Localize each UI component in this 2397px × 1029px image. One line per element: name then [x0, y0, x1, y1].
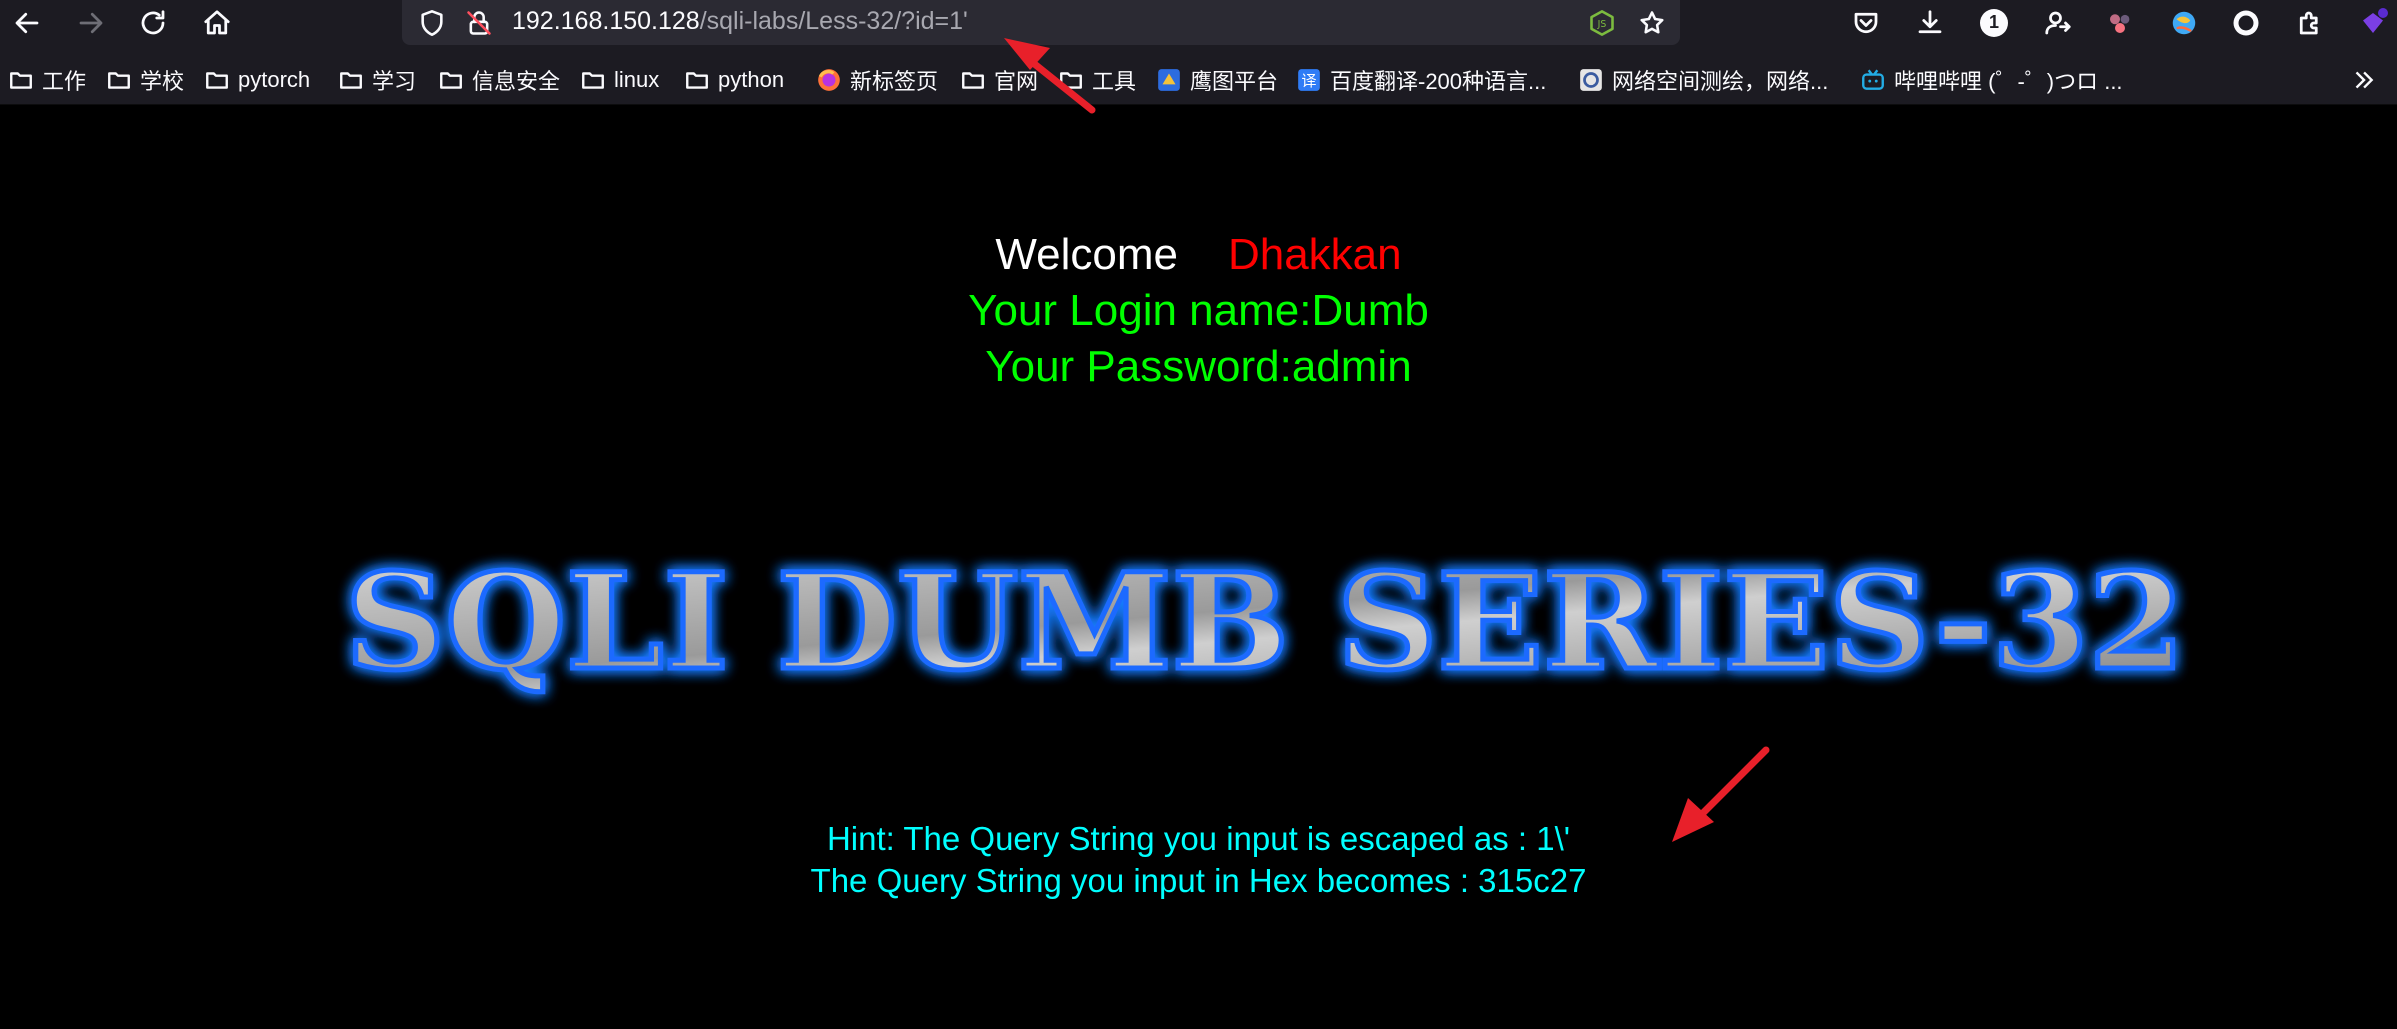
bookmark-label: 网络空间测绘，网络... [1612, 69, 1829, 94]
folder-icon [10, 72, 32, 89]
svg-text:译: 译 [1301, 72, 1316, 90]
folder-icon [440, 72, 462, 89]
password-line: Your Password:admin [985, 342, 1412, 391]
series-title-banner: SQLI DUMB SERIES-32 [343, 543, 2188, 703]
bookmark-item[interactable]: 官网 [960, 62, 1038, 98]
folder-icon [108, 72, 130, 89]
bookmark-item[interactable]: python [684, 62, 784, 98]
bookmark-item[interactable]: 工作 [8, 62, 86, 98]
bookmark-label: 哔哩哔哩 (゜-゜)つロ ... [1894, 69, 2123, 94]
bookmark-label: linux [614, 67, 660, 92]
bookmark-label: 新标签页 [850, 69, 939, 94]
fofa-icon [1580, 69, 1602, 91]
url-path: /sqli-labs/Less-32/?id=1' [699, 7, 968, 35]
badge-count: 1 [1980, 8, 2008, 37]
svg-text:JS: JS [1597, 19, 1607, 30]
bookmark-item[interactable]: 学习 [338, 62, 416, 98]
downloads-icon[interactable] [1906, 0, 1954, 45]
home-icon [204, 9, 230, 34]
forward-arrow-icon [79, 12, 103, 33]
extension-badge[interactable]: 1 [1970, 0, 2018, 45]
folder-icon [1060, 72, 1082, 89]
bookmark-item[interactable]: 译 百度翻译-200种语言... [1296, 62, 1546, 98]
nodejs-extension-icon[interactable]: JS [1582, 0, 1622, 45]
bookmark-label: 工具 [1092, 69, 1137, 94]
bookmark-label: python [718, 67, 785, 92]
bookmark-label: 官网 [994, 69, 1039, 94]
folder-icon [582, 72, 604, 89]
welcome-name: Dhakkan [1227, 230, 1402, 279]
insecure-lock-icon[interactable] [459, 0, 499, 45]
bookmark-item[interactable]: 鹰图平台 [1156, 62, 1278, 98]
forward-button[interactable] [66, 0, 116, 45]
bilibili-icon [1862, 69, 1884, 90]
reload-icon [141, 9, 165, 34]
page-content: Welcome Dhakkan Your Login name:Dumb Your… [0, 106, 2397, 1029]
folder-icon [206, 72, 228, 89]
welcome-word: Welcome [995, 230, 1178, 279]
bookmark-label: 工作 [42, 69, 87, 94]
globe-extension-icon[interactable] [2160, 0, 2208, 45]
bookmark-label: 鹰图平台 [1190, 69, 1279, 94]
folder-icon [340, 72, 362, 89]
bookmark-label: pytorch [238, 67, 311, 92]
bookmark-star-icon[interactable] [1632, 0, 1672, 45]
bookmark-item[interactable]: 网络空间测绘，网络... [1578, 62, 1828, 98]
bookmark-item[interactable]: 哔哩哔哩 (゜-゜)つロ ... [1860, 62, 2123, 98]
chevron-double-right-icon [2355, 71, 2374, 89]
bookmark-item[interactable]: 信息安全 [438, 62, 560, 98]
url-text[interactable]: 192.168.150.128/sqli-labs/Less-32/?id=1' [512, 0, 968, 45]
profile-extension-icon[interactable] [2349, 0, 2397, 45]
series-title: SQLI DUMB SERIES-32 [345, 545, 2185, 700]
bookmark-label: 百度翻译-200种语言... [1330, 69, 1547, 94]
firefox-icon [818, 69, 840, 91]
back-button[interactable] [2, 0, 52, 45]
folder-icon [686, 72, 708, 89]
extensions-puzzle-icon[interactable] [2286, 0, 2334, 45]
bookmark-item[interactable]: linux [580, 62, 659, 98]
translate-icon: 译 [1298, 69, 1320, 91]
home-button[interactable] [192, 0, 242, 45]
dark-mode-extension-icon[interactable] [2222, 0, 2270, 45]
pocket-icon[interactable] [1842, 0, 1890, 45]
hint-line: Hint: The Query String you input is esca… [826, 820, 1571, 857]
hunter-icon [1158, 69, 1180, 91]
login-name-line: Your Login name:Dumb [968, 286, 1429, 335]
hex-line: The Query String you input in Hex become… [810, 862, 1587, 899]
back-arrow-icon [15, 12, 39, 33]
folder-icon [962, 72, 984, 89]
bookmark-item[interactable]: 学校 [106, 62, 184, 98]
browser-toolbar: 192.168.150.128/sqli-labs/Less-32/?id=1'… [0, 0, 2397, 45]
bookmarks-overflow-button[interactable] [2350, 62, 2376, 98]
bookmark-label: 信息安全 [472, 69, 561, 94]
tracking-shield-icon[interactable] [412, 0, 452, 45]
colored-dots-extension-icon[interactable] [2096, 0, 2144, 45]
url-host: 192.168.150.128 [512, 7, 700, 35]
account-sync-icon[interactable] [2034, 0, 2082, 45]
bookmark-item[interactable]: pytorch [204, 62, 310, 98]
bookmark-label: 学习 [372, 69, 417, 94]
bookmark-item[interactable]: 工具 [1058, 62, 1136, 98]
address-bar[interactable]: 192.168.150.128/sqli-labs/Less-32/?id=1'… [402, 0, 1680, 45]
bookmark-label: 学校 [140, 69, 185, 94]
welcome-line: Welcome Dhakkan [0, 230, 2397, 280]
reload-button[interactable] [128, 0, 178, 45]
bookmark-item[interactable]: 新标签页 [816, 62, 938, 98]
